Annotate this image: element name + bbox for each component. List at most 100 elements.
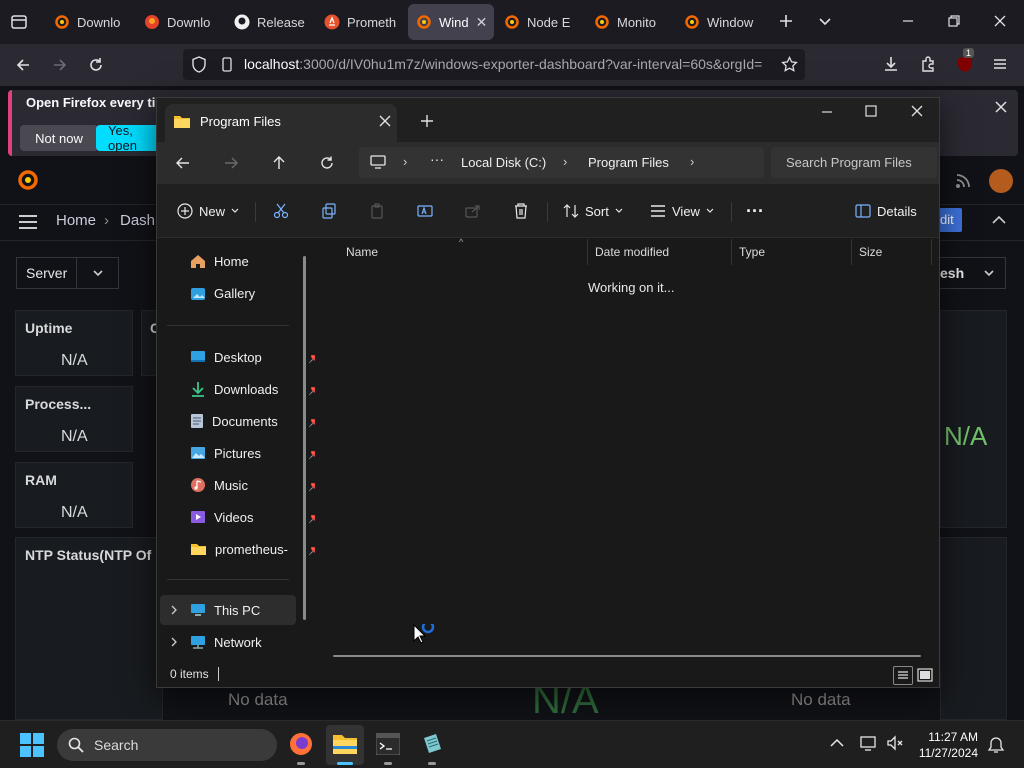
browser-tab[interactable]: Monito bbox=[586, 4, 670, 40]
nav-scrollbar[interactable] bbox=[303, 256, 306, 620]
more-options-icon[interactable]: ··· bbox=[746, 184, 764, 238]
not-now-button[interactable]: Not now bbox=[20, 125, 98, 151]
restore-icon[interactable] bbox=[947, 14, 961, 28]
browser-tab[interactable]: Wind ✕ bbox=[408, 4, 494, 40]
firefox-taskbar-icon[interactable] bbox=[289, 732, 313, 756]
nav-videos[interactable]: Videos📌 bbox=[190, 502, 322, 532]
new-button[interactable]: New bbox=[177, 184, 239, 238]
back-icon[interactable] bbox=[14, 56, 32, 74]
nav-home[interactable]: Home bbox=[190, 246, 310, 276]
breadcrumb-overflow-icon[interactable]: ··· bbox=[430, 151, 444, 167]
breadcrumb-program-files[interactable]: Program Files bbox=[588, 155, 669, 170]
cut-icon[interactable] bbox=[273, 184, 289, 238]
volume-muted-icon[interactable] bbox=[886, 735, 904, 751]
nav-network[interactable]: Network bbox=[190, 627, 310, 657]
extensions-icon[interactable] bbox=[919, 55, 937, 73]
rename-icon[interactable] bbox=[417, 184, 433, 238]
nav-gallery[interactable]: Gallery bbox=[190, 278, 310, 308]
copy-icon[interactable] bbox=[321, 184, 337, 238]
tab-close-icon[interactable]: ✕ bbox=[476, 14, 488, 31]
details-button[interactable]: Details bbox=[855, 184, 917, 238]
nav-music[interactable]: Music📌 bbox=[190, 470, 322, 500]
minimize-icon[interactable] bbox=[901, 14, 915, 28]
column-name[interactable]: Name bbox=[339, 239, 588, 265]
menu-icon[interactable] bbox=[18, 214, 38, 230]
taskbar-search[interactable]: Search bbox=[57, 729, 277, 761]
bookmark-star-icon[interactable] bbox=[781, 56, 798, 73]
start-icon[interactable] bbox=[20, 733, 44, 757]
browser-tab[interactable]: Downlo bbox=[136, 4, 220, 40]
app-menu-icon[interactable] bbox=[992, 56, 1008, 72]
search-label: Search bbox=[94, 737, 139, 753]
expand-chevron-icon[interactable] bbox=[170, 637, 178, 647]
new-tab-icon[interactable] bbox=[777, 12, 795, 30]
edit-button[interactable]: dit bbox=[940, 208, 962, 232]
browser-tab[interactable]: Downlo bbox=[46, 4, 130, 40]
breadcrumb-local-disk[interactable]: Local Disk (C:) bbox=[461, 155, 546, 170]
column-size[interactable]: Size bbox=[852, 239, 932, 265]
nav-pictures[interactable]: Pictures📌 bbox=[190, 438, 322, 468]
explorer-maximize-icon[interactable] bbox=[865, 105, 877, 117]
nav-prometheus-folder[interactable]: prometheus-📌 bbox=[190, 534, 322, 564]
notepad-taskbar-icon[interactable] bbox=[420, 732, 444, 756]
sort-button[interactable]: Sort bbox=[563, 184, 623, 238]
expand-chevron-icon[interactable] bbox=[170, 605, 178, 615]
page-info-icon[interactable] bbox=[220, 57, 234, 72]
delete-icon[interactable] bbox=[513, 184, 529, 238]
notification-close-icon[interactable] bbox=[994, 100, 1008, 114]
explorer-back-icon[interactable] bbox=[175, 155, 191, 171]
reload-icon[interactable] bbox=[87, 56, 105, 74]
network-status-icon[interactable] bbox=[860, 735, 878, 751]
tab-close-icon[interactable] bbox=[379, 115, 391, 127]
explorer-minimize-icon[interactable] bbox=[821, 106, 833, 118]
nav-downloads[interactable]: Downloads📌 bbox=[190, 374, 322, 404]
breadcrumb-home[interactable]: Home bbox=[56, 212, 96, 229]
clock-date[interactable]: 11/27/2024 bbox=[908, 746, 978, 760]
tab-overview-icon[interactable] bbox=[10, 13, 28, 31]
browser-tab[interactable]: Release bbox=[226, 4, 310, 40]
search-input[interactable]: Search Program Files bbox=[771, 147, 937, 178]
details-view-toggle[interactable] bbox=[893, 666, 913, 685]
tiles-view-toggle[interactable] bbox=[917, 668, 933, 682]
close-window-icon[interactable] bbox=[993, 14, 1007, 28]
column-type[interactable]: Type bbox=[732, 239, 852, 265]
nav-documents[interactable]: Documents📌 bbox=[190, 406, 322, 436]
yes-open-button[interactable]: Yes, open bbox=[96, 123, 162, 153]
server-dropdown-icon[interactable] bbox=[76, 258, 118, 288]
paste-icon[interactable] bbox=[369, 184, 385, 238]
view-button[interactable]: View bbox=[650, 184, 714, 238]
refresh-button[interactable]: esh bbox=[940, 257, 1006, 289]
terminal-taskbar-icon[interactable] bbox=[376, 733, 400, 755]
url-bar[interactable]: localhost:3000/d/IV0hu1m7z/windows-expor… bbox=[183, 49, 805, 80]
nav-desktop[interactable]: Desktop📌 bbox=[190, 342, 322, 372]
breadcrumb-bar[interactable]: › ··· Local Disk (C:) › Program Files › bbox=[359, 147, 764, 178]
explorer-forward-icon[interactable] bbox=[223, 155, 239, 171]
collapse-chevron-icon[interactable] bbox=[992, 214, 1006, 224]
grafana-logo-icon[interactable] bbox=[16, 168, 40, 192]
explorer-close-icon[interactable] bbox=[911, 105, 923, 117]
browser-tab-label: Node E bbox=[527, 14, 571, 30]
browser-tab[interactable]: Prometh bbox=[316, 4, 402, 40]
user-avatar[interactable] bbox=[989, 169, 1013, 193]
column-date-modified[interactable]: Date modified bbox=[588, 239, 732, 265]
server-variable[interactable]: Server bbox=[16, 257, 119, 289]
forward-icon[interactable] bbox=[51, 56, 69, 74]
browser-tab[interactable]: Node E bbox=[496, 4, 580, 40]
downloads-icon[interactable] bbox=[882, 55, 900, 73]
explorer-up-icon[interactable] bbox=[271, 154, 287, 170]
tracking-shield-icon[interactable] bbox=[191, 56, 207, 73]
clock-time[interactable]: 11:27 AM bbox=[918, 730, 978, 744]
horizontal-scrollbar[interactable] bbox=[333, 655, 921, 657]
explorer-taskbar-button[interactable] bbox=[326, 725, 364, 765]
nav-this-pc[interactable]: This PC bbox=[190, 595, 310, 625]
share-icon[interactable] bbox=[465, 184, 481, 238]
rss-icon[interactable] bbox=[955, 173, 971, 189]
explorer-tab[interactable]: Program Files bbox=[165, 104, 397, 142]
list-tabs-icon[interactable] bbox=[817, 13, 833, 29]
show-hidden-icons-icon[interactable] bbox=[830, 738, 844, 748]
explorer-refresh-icon[interactable] bbox=[319, 155, 335, 171]
notifications-bell-icon[interactable] bbox=[988, 736, 1004, 754]
new-explorer-tab-icon[interactable] bbox=[420, 114, 434, 128]
ublock-extension-icon[interactable]: 1 bbox=[955, 48, 975, 74]
browser-tab[interactable]: Window bbox=[676, 4, 760, 40]
